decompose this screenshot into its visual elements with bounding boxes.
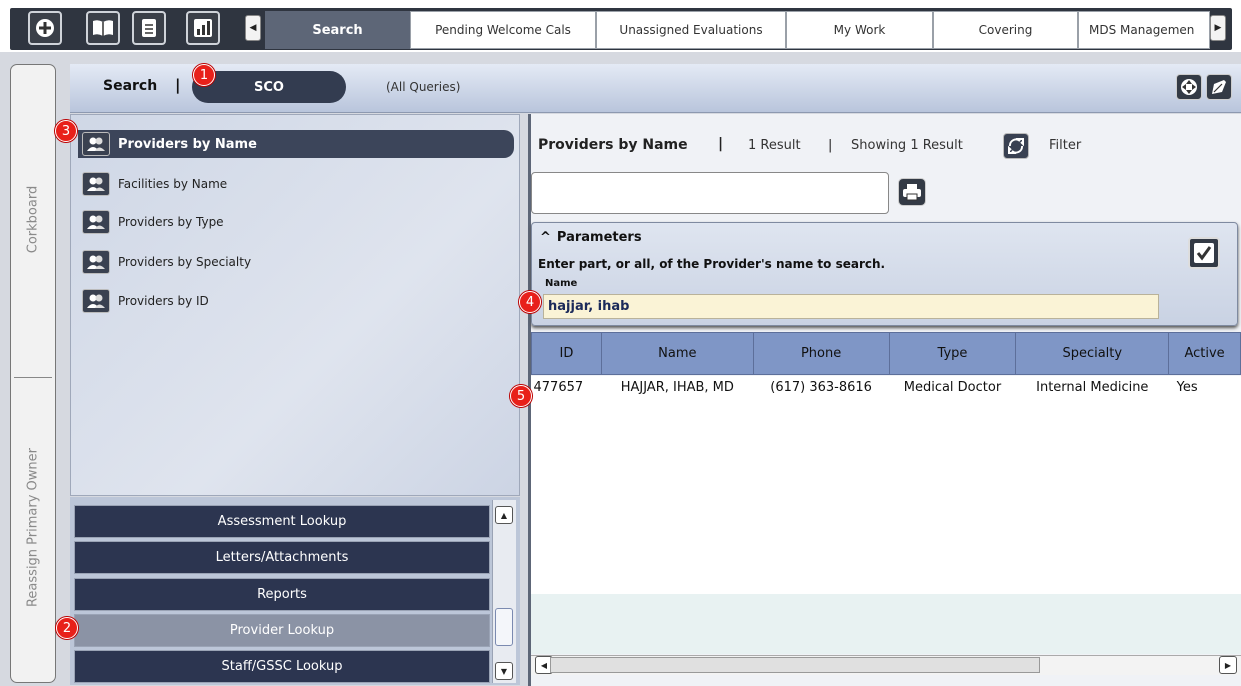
tab-mds-management[interactable]: MDS Managemen: [1078, 11, 1210, 49]
tab-unassigned-evaluations[interactable]: Unassigned Evaluations: [596, 11, 786, 49]
column-header-id[interactable]: ID: [531, 332, 602, 375]
scope-hint: (All Queries): [386, 80, 461, 94]
results-showing: Showing 1 Result: [851, 138, 963, 153]
query-providers-by-id[interactable]: Providers by ID: [78, 287, 209, 315]
scroll-down-icon[interactable]: ▼: [495, 662, 513, 680]
nav-assessment-lookup[interactable]: Assessment Lookup: [74, 505, 490, 538]
query-providers-by-specialty[interactable]: Providers by Specialty: [78, 248, 251, 276]
callout-badge: 2: [56, 617, 78, 639]
callout-badge: 1: [193, 64, 215, 86]
refresh-icon[interactable]: [1003, 133, 1029, 159]
reassign-primary-owner-tab[interactable]: Reassign Primary Owner: [26, 435, 41, 621]
results-separator: |: [828, 138, 833, 153]
corkboard-tab[interactable]: Corkboard: [26, 177, 41, 263]
page-title: Search: [103, 78, 158, 94]
filter-input[interactable]: [531, 172, 889, 214]
cell-type: Medical Doctor: [903, 380, 1002, 396]
nav-staff-gssc-lookup[interactable]: Staff/GSSC Lookup: [74, 650, 490, 683]
provider-icon: [82, 172, 110, 196]
scroll-up-icon[interactable]: ▲: [495, 506, 513, 524]
provider-icon: [82, 210, 110, 234]
query-label: Providers by ID: [118, 294, 209, 308]
side-strip-divider: [14, 377, 52, 378]
nav-provider-lookup[interactable]: Provider Lookup: [74, 614, 490, 647]
query-label: Providers by Specialty: [118, 255, 252, 269]
print-icon[interactable]: [898, 178, 926, 206]
column-header-phone[interactable]: Phone: [752, 332, 890, 375]
query-label: Facilities by Name: [118, 177, 228, 191]
column-header-specialty[interactable]: Specialty: [1015, 332, 1170, 375]
name-field[interactable]: [543, 294, 1159, 319]
tab-my-work[interactable]: My Work: [786, 11, 933, 49]
tab-pending-welcome-calls[interactable]: Pending Welcome Cals: [410, 11, 596, 49]
results-count: 1 Result: [748, 138, 801, 153]
query-label: Providers by Name: [118, 136, 257, 152]
bar-chart-icon[interactable]: [186, 11, 220, 45]
scope-selector[interactable]: SCO: [192, 71, 346, 103]
parameters-description: Enter part, or all, of the Provider's na…: [538, 257, 886, 271]
pen-note-icon[interactable]: [1206, 74, 1232, 100]
tab-covering[interactable]: Covering: [933, 11, 1078, 49]
callout-badge: 5: [510, 385, 532, 407]
title-separator: |: [175, 76, 181, 94]
parameters-heading: Parameters: [556, 230, 642, 245]
provider-icon: [82, 132, 110, 156]
table-header-row: ID Name Phone Type Specialty Active: [531, 332, 1241, 375]
nav-reports[interactable]: Reports: [74, 578, 490, 611]
scroll-right-icon[interactable]: ▶: [1219, 656, 1237, 674]
table-row[interactable]: 477657 HAJJAR, IHAB, MD (617) 363-8616 M…: [532, 375, 1241, 401]
results-grid-footer: [531, 594, 1241, 654]
provider-icon: [82, 289, 110, 313]
callout-badge: 3: [55, 120, 77, 142]
results-table: ID Name Phone Type Specialty Active 4776…: [531, 332, 1241, 401]
cell-id: 477657: [533, 380, 584, 396]
cell-specialty: Internal Medicine: [1036, 380, 1149, 396]
name-field-label: Name: [545, 278, 578, 289]
cell-active: Yes: [1176, 380, 1198, 396]
column-header-name[interactable]: Name: [600, 332, 754, 375]
column-header-type[interactable]: Type: [888, 332, 1017, 375]
document-icon[interactable]: [132, 11, 166, 45]
horizontal-scroll-thumb[interactable]: [550, 657, 1040, 673]
query-facilities-by-name[interactable]: Facilities by Name: [78, 170, 227, 198]
query-providers-by-type[interactable]: Providers by Type: [78, 208, 224, 236]
checkmark-icon[interactable]: [1188, 237, 1220, 269]
provider-icon: [82, 250, 110, 274]
query-providers-by-name[interactable]: Providers by Name: [78, 130, 514, 158]
results-separator: |: [718, 136, 724, 152]
tabs-scroll-left-icon[interactable]: ◀: [245, 15, 261, 41]
tabs-scroll-right-icon[interactable]: ▶: [1210, 15, 1226, 41]
cell-name: HAJJAR, IHAB, MD: [620, 380, 734, 396]
filter-label: Filter: [1049, 138, 1082, 153]
column-header-active[interactable]: Active: [1168, 332, 1241, 375]
results-title: Providers by Name: [538, 137, 688, 153]
nav-letters-attachments[interactable]: Letters/Attachments: [74, 541, 490, 574]
results-grid-body: [531, 376, 1241, 594]
cell-phone: (617) 363-8616: [770, 380, 872, 396]
expand-icon[interactable]: [1176, 74, 1202, 100]
nav-scrollbar[interactable]: [492, 500, 516, 683]
tab-search[interactable]: Search: [265, 11, 410, 49]
add-icon[interactable]: [28, 11, 62, 45]
query-label: Providers by Type: [118, 215, 224, 229]
parameters-header[interactable]: ^ Parameters: [540, 230, 642, 245]
callout-badge: 4: [519, 291, 541, 313]
book-icon[interactable]: [86, 11, 120, 45]
nav-scroll-thumb[interactable]: [495, 608, 513, 646]
chevron-up-icon: ^: [540, 230, 551, 245]
